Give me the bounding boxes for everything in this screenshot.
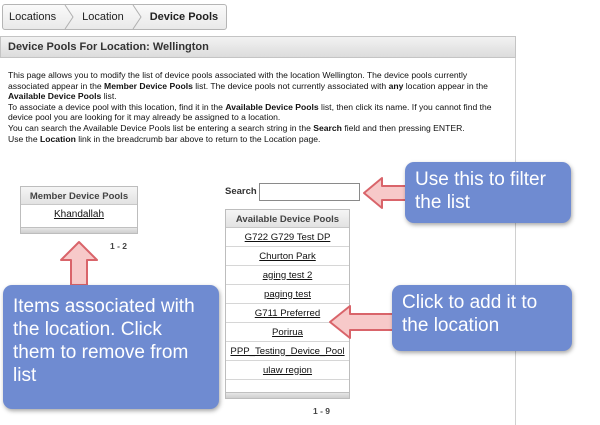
- available-pool-link[interactable]: Churton Park: [259, 251, 316, 262]
- breadcrumb-label[interactable]: Locations: [9, 11, 56, 23]
- description-text: list. The device pools not currently ass…: [192, 80, 389, 91]
- description-bold: Member Device Pools: [104, 80, 193, 91]
- breadcrumb: Locations Location Device Pools: [2, 4, 228, 30]
- available-pool-link[interactable]: aging test 2: [263, 270, 313, 281]
- list-item: Churton Park: [226, 247, 349, 266]
- panel-title: Device Pools For Location: Wellington: [0, 36, 516, 58]
- available-pool-link[interactable]: G711 Preferred: [255, 308, 320, 319]
- description-paragraph: To associate a device pool with this loc…: [8, 102, 510, 123]
- member-pool-link[interactable]: Khandallah: [21, 209, 137, 220]
- callout-add: Click to add it to the location: [392, 285, 572, 351]
- available-pools-title: Available Device Pools: [226, 210, 349, 228]
- description-paragraph: This page allows you to modify the list …: [8, 70, 510, 102]
- breadcrumb-label: Device Pools: [149, 11, 219, 23]
- callout-filter: Use this to filter the list: [405, 162, 571, 223]
- breadcrumb-label[interactable]: Location: [82, 11, 124, 23]
- description-paragraph: You can search the Available Device Pool…: [8, 123, 510, 134]
- available-pools-footer: [226, 392, 349, 398]
- callout-remove: Items associated with the location. Clic…: [3, 285, 219, 409]
- description-text: location appear in the: [403, 80, 488, 91]
- search-label: Search: [225, 186, 257, 197]
- member-pools-pager: 1 - 2: [110, 241, 128, 251]
- description-text: To associate a device pool with this loc…: [8, 101, 226, 112]
- list-item: aging test 2: [226, 266, 349, 285]
- search-input[interactable]: [259, 183, 360, 201]
- member-pools-footer: [21, 227, 137, 233]
- arrow-left-icon: [329, 305, 395, 339]
- description-text: You can search the Available Device Pool…: [8, 122, 314, 133]
- description-text: link in the breadcrumb bar above to retu…: [75, 133, 321, 144]
- available-pool-link[interactable]: PPP_Testing_Device_Pool: [230, 346, 344, 357]
- description-bold: any: [388, 80, 404, 91]
- arrow-up-icon: [60, 241, 98, 286]
- panel-divider: [515, 58, 516, 425]
- list-item: PPP_Testing_Device_Pool: [226, 342, 349, 361]
- available-pools-pager: 1 - 9: [313, 406, 331, 416]
- breadcrumb-separator-icon: [64, 5, 74, 29]
- breadcrumb-item-locations[interactable]: Locations: [3, 5, 64, 29]
- list-item: G722 G729 Test DP: [226, 228, 349, 247]
- description-bold: Location: [40, 133, 76, 144]
- breadcrumb-item-device-pools: Device Pools: [142, 5, 226, 29]
- member-device-pools-list: Member Device Pools Khandallah: [20, 186, 138, 234]
- available-pool-link[interactable]: ulaw region: [263, 365, 312, 376]
- description-text: Use the: [8, 133, 41, 144]
- description-paragraph: Use the Location link in the breadcrumb …: [8, 134, 510, 145]
- available-pool-link[interactable]: Porirua: [272, 327, 303, 338]
- description-text: field and then pressing ENTER.: [341, 122, 465, 133]
- available-pool-link[interactable]: paging test: [264, 289, 311, 300]
- description-bold: Available Device Pools: [8, 91, 102, 102]
- breadcrumb-separator-icon: [132, 5, 142, 29]
- member-pools-title: Member Device Pools: [21, 187, 137, 205]
- available-pool-link[interactable]: G722 G729 Test DP: [245, 232, 331, 243]
- list-item: paging test: [226, 285, 349, 304]
- description-text: list.: [101, 91, 117, 102]
- description-bold: Search: [313, 122, 342, 133]
- list-item: ulaw region: [226, 361, 349, 380]
- page-description: This page allows you to modify the list …: [8, 70, 510, 144]
- description-bold: Available Device Pools: [225, 101, 319, 112]
- breadcrumb-item-location[interactable]: Location: [74, 5, 132, 29]
